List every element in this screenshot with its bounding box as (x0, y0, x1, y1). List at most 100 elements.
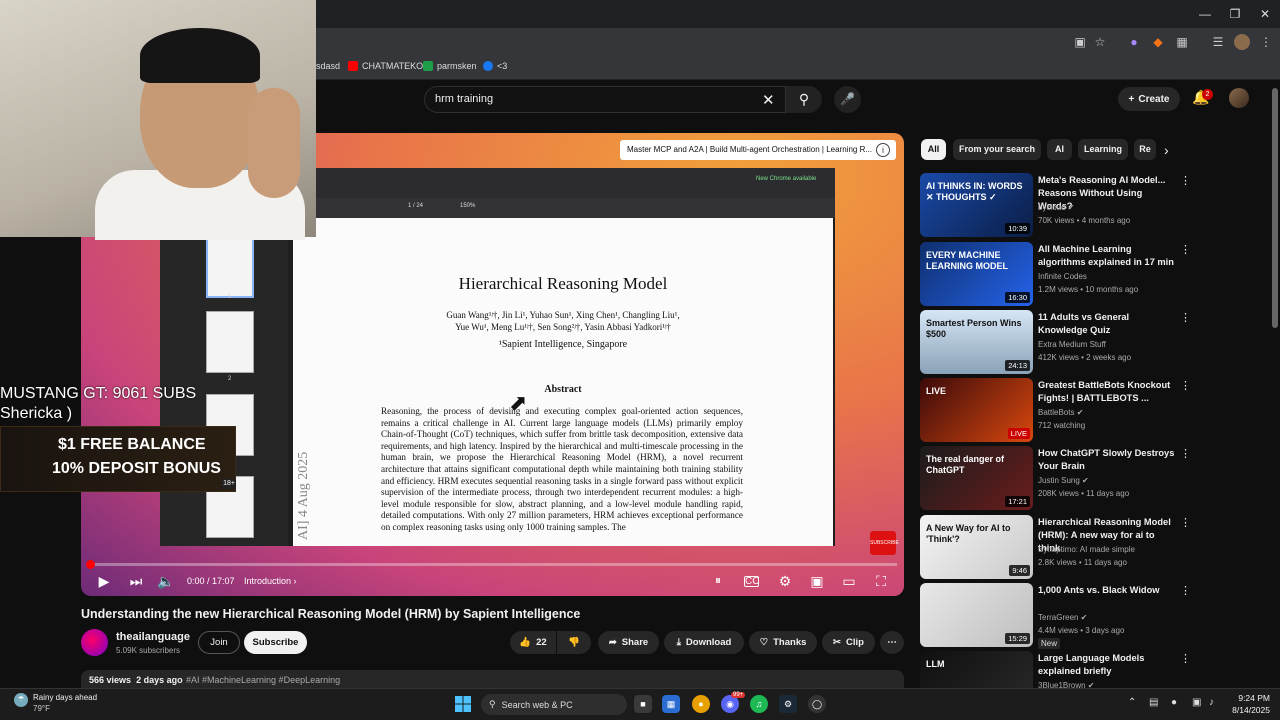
minimize-icon[interactable]: — (1195, 6, 1215, 22)
play-icon[interactable]: ▶ (95, 573, 113, 590)
voice-search-button[interactable]: 🎤 (834, 86, 861, 113)
taskbar-search[interactable]: ⚲ Search web & PC (481, 694, 627, 715)
volume-icon[interactable]: 🔈 (157, 573, 175, 590)
chip-all[interactable]: All (921, 139, 946, 160)
related-title[interactable]: Large Language Models explained briefly (1038, 652, 1178, 678)
volume-tray-icon[interactable]: ♪ (1209, 697, 1214, 708)
task-view-icon[interactable]: ■ (634, 695, 652, 713)
join-button[interactable]: Join (198, 631, 240, 654)
media-controls-icon[interactable]: ☰ (1210, 34, 1226, 50)
create-button[interactable]: + Create (1118, 87, 1180, 111)
thumbs-down-icon: 👎 (568, 637, 580, 648)
chrome-icon[interactable]: ● (692, 695, 710, 713)
menu-dots-icon[interactable]: ⋮ (1258, 34, 1274, 50)
bookmark-item[interactable]: <3 (483, 61, 507, 71)
scrollbar[interactable] (1272, 88, 1278, 328)
share-button[interactable]: ➦ Share (598, 631, 659, 654)
chapter-title[interactable]: Introduction › (244, 576, 297, 586)
cast-icon[interactable]: ▣ (1072, 34, 1088, 50)
more-options-icon[interactable]: ⋮ (1180, 516, 1191, 529)
more-options-icon[interactable]: ⋮ (1180, 174, 1191, 187)
next-video-icon[interactable]: ⏭ (127, 573, 145, 590)
subscribe-watermark[interactable]: SUBSCRIBE (870, 531, 899, 555)
hashtags[interactable]: #AI #MachineLearning #DeepLearning (186, 675, 340, 685)
thanks-button[interactable]: ♡ Thanks (749, 631, 817, 654)
channel-avatar[interactable] (81, 629, 108, 656)
abstract-text: Reasoning, the process of devising and e… (381, 406, 743, 532)
related-channel[interactable]: TerraGreen ✔ (1038, 612, 1087, 623)
weather-text[interactable]: Rainy days ahead (33, 693, 97, 702)
tray-chevron-up-icon[interactable]: ⌃ (1128, 697, 1136, 708)
clock-date[interactable]: 8/14/2025 (1220, 705, 1270, 715)
like-button[interactable]: 👍 22 (510, 631, 556, 654)
related-title[interactable]: 11 Adults vs General Knowledge Quiz (1038, 311, 1178, 337)
captions-icon[interactable]: CC (744, 576, 759, 587)
video-title: Understanding the new Hierarchical Reaso… (81, 607, 581, 621)
app-icon[interactable]: ◯ (808, 695, 826, 713)
related-channel[interactable]: Synaptimo: AI made simple (1038, 544, 1135, 555)
windows-start-icon[interactable] (455, 696, 471, 712)
related-title[interactable]: All Machine Learning algorithms explaine… (1038, 243, 1178, 269)
download-icon: ⤓ (676, 637, 681, 648)
info-icon[interactable]: i (876, 143, 890, 157)
theater-mode-icon[interactable]: ▭ (840, 573, 858, 590)
related-channel[interactable]: Extra Medium Stuff (1038, 339, 1106, 350)
microphone-tray-icon[interactable]: ● (1171, 697, 1177, 708)
bookmark-item[interactable]: sdasd (316, 61, 340, 71)
related-channel[interactable]: Infinite Codes (1038, 271, 1087, 282)
bookmark-item[interactable]: parmsken (423, 61, 477, 71)
close-icon[interactable]: ✕ (1255, 6, 1275, 22)
related-title[interactable]: How ChatGPT Slowly Destroys Your Brain (1038, 447, 1178, 473)
more-options-icon[interactable]: ⋮ (1180, 243, 1191, 256)
thumbnail-label: 1 (228, 294, 232, 300)
download-button[interactable]: ⤓ Download (664, 631, 744, 654)
extension-icon[interactable]: ● (1126, 34, 1142, 50)
related-channel[interactable]: BattleBots ✔ (1038, 407, 1083, 418)
progress-bar[interactable] (89, 563, 897, 566)
miniplayer-icon[interactable]: ▣ (808, 573, 826, 590)
dislike-button[interactable]: 👎 (557, 631, 591, 654)
chip-learning[interactable]: Learning (1078, 139, 1128, 160)
related-title[interactable]: Greatest BattleBots Knockout Fights! | B… (1038, 379, 1178, 405)
subscribe-button[interactable]: Subscribe (244, 631, 307, 654)
chip-from-your-search[interactable]: From your search (953, 139, 1041, 160)
chip-partial[interactable]: Re (1134, 139, 1156, 160)
restore-icon[interactable]: ❐ (1225, 6, 1245, 22)
channel-name[interactable]: theailanguage (116, 631, 190, 643)
clock-time[interactable]: 9:24 PM (1230, 693, 1270, 703)
related-channel[interactable]: Justin Sung ✔ (1038, 475, 1089, 486)
progress-scrubber[interactable] (86, 560, 95, 569)
more-options-icon[interactable]: ⋮ (1180, 379, 1191, 392)
account-avatar[interactable] (1229, 88, 1249, 108)
duration-badge: 16:30 (1005, 292, 1030, 303)
network-icon[interactable]: ▤ (1149, 697, 1158, 708)
extensions-puzzle-icon[interactable]: ▦ (1174, 34, 1190, 50)
video-card-overlay[interactable]: Master MCP and A2A | Build Multi-agent O… (620, 140, 896, 160)
related-title[interactable]: 1,000 Ants vs. Black Widow (1038, 584, 1178, 597)
weather-icon[interactable]: ☂ (14, 693, 28, 707)
display-icon[interactable]: ▣ (1192, 697, 1201, 708)
chip-ai[interactable]: AI (1047, 139, 1072, 160)
chevron-right-icon[interactable]: › (1164, 142, 1169, 158)
more-options-icon[interactable]: ⋮ (1180, 447, 1191, 460)
store-icon[interactable]: ▦ (662, 695, 680, 713)
more-options-icon[interactable]: ⋮ (1180, 311, 1191, 324)
more-actions-button[interactable]: ⋯ (880, 631, 904, 654)
fullscreen-icon[interactable]: ⛶ (872, 573, 890, 590)
steam-icon[interactable]: ⚙ (779, 695, 797, 713)
extension-icon[interactable]: ◆ (1150, 34, 1166, 50)
bookmark-star-icon[interactable]: ☆ (1092, 34, 1108, 50)
clip-button[interactable]: ✂ Clip (822, 631, 875, 654)
more-options-icon[interactable]: ⋮ (1180, 652, 1191, 665)
bookmark-item[interactable]: CHATMATEKO (348, 61, 423, 71)
clear-search-icon[interactable]: ✕ (762, 91, 775, 109)
settings-gear-icon[interactable]: ⚙ (776, 573, 794, 590)
related-channel[interactable]: bycloud ✔ (1038, 202, 1075, 213)
spotify-icon[interactable]: ♫ (750, 695, 768, 713)
search-button[interactable]: ⚲ (786, 86, 822, 113)
thumbnail-text: LIVE (926, 386, 947, 396)
autoplay-toggle[interactable]: ⏸ (709, 573, 727, 588)
more-options-icon[interactable]: ⋮ (1180, 584, 1191, 597)
profile-avatar[interactable] (1234, 34, 1250, 50)
duration-badge: 24:13 (1005, 360, 1030, 371)
